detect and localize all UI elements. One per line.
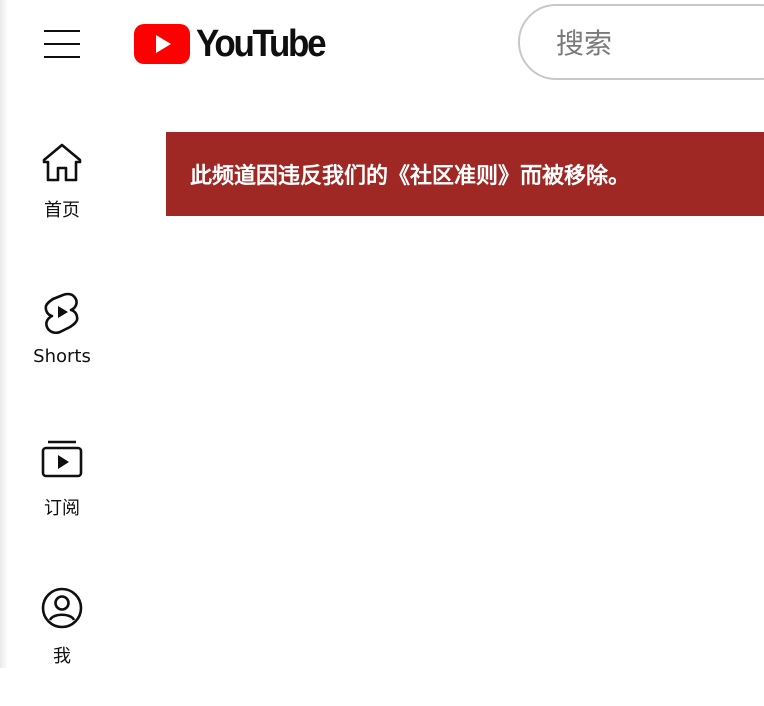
- youtube-play-icon: [134, 24, 190, 64]
- sidebar-item-you[interactable]: 我: [12, 586, 112, 706]
- sidebar-item-label: 我: [53, 646, 71, 667]
- sidebar-item-label: 订阅: [44, 498, 80, 519]
- search-box[interactable]: [518, 4, 764, 80]
- guide-menu-button[interactable]: [38, 24, 86, 64]
- sidebar-shadow: [0, 0, 8, 668]
- account-icon: [40, 586, 84, 630]
- alert-message: 此频道因违反我们的《社区准则》而被移除。: [190, 164, 631, 189]
- menu-bar: [44, 43, 80, 45]
- menu-bar: [44, 56, 80, 58]
- shorts-icon: [40, 290, 84, 335]
- search-input[interactable]: [554, 22, 764, 64]
- menu-bar: [44, 30, 80, 32]
- sidebar-item-shorts[interactable]: Shorts: [12, 290, 112, 410]
- logo-wordmark: YouTube: [196, 23, 327, 65]
- home-icon: [40, 140, 84, 184]
- masthead: YouTube: [0, 0, 764, 88]
- sidebar-item-subscriptions[interactable]: 订阅: [12, 438, 112, 558]
- channel-removed-alert: 此频道因违反我们的《社区准则》而被移除。: [166, 132, 764, 216]
- sidebar-item-label: 首页: [44, 200, 80, 221]
- sidebar-item-home[interactable]: 首页: [12, 140, 112, 260]
- youtube-logo[interactable]: YouTube: [134, 22, 335, 66]
- subscriptions-icon: [40, 438, 84, 482]
- sidebar-item-label: Shorts: [33, 346, 91, 367]
